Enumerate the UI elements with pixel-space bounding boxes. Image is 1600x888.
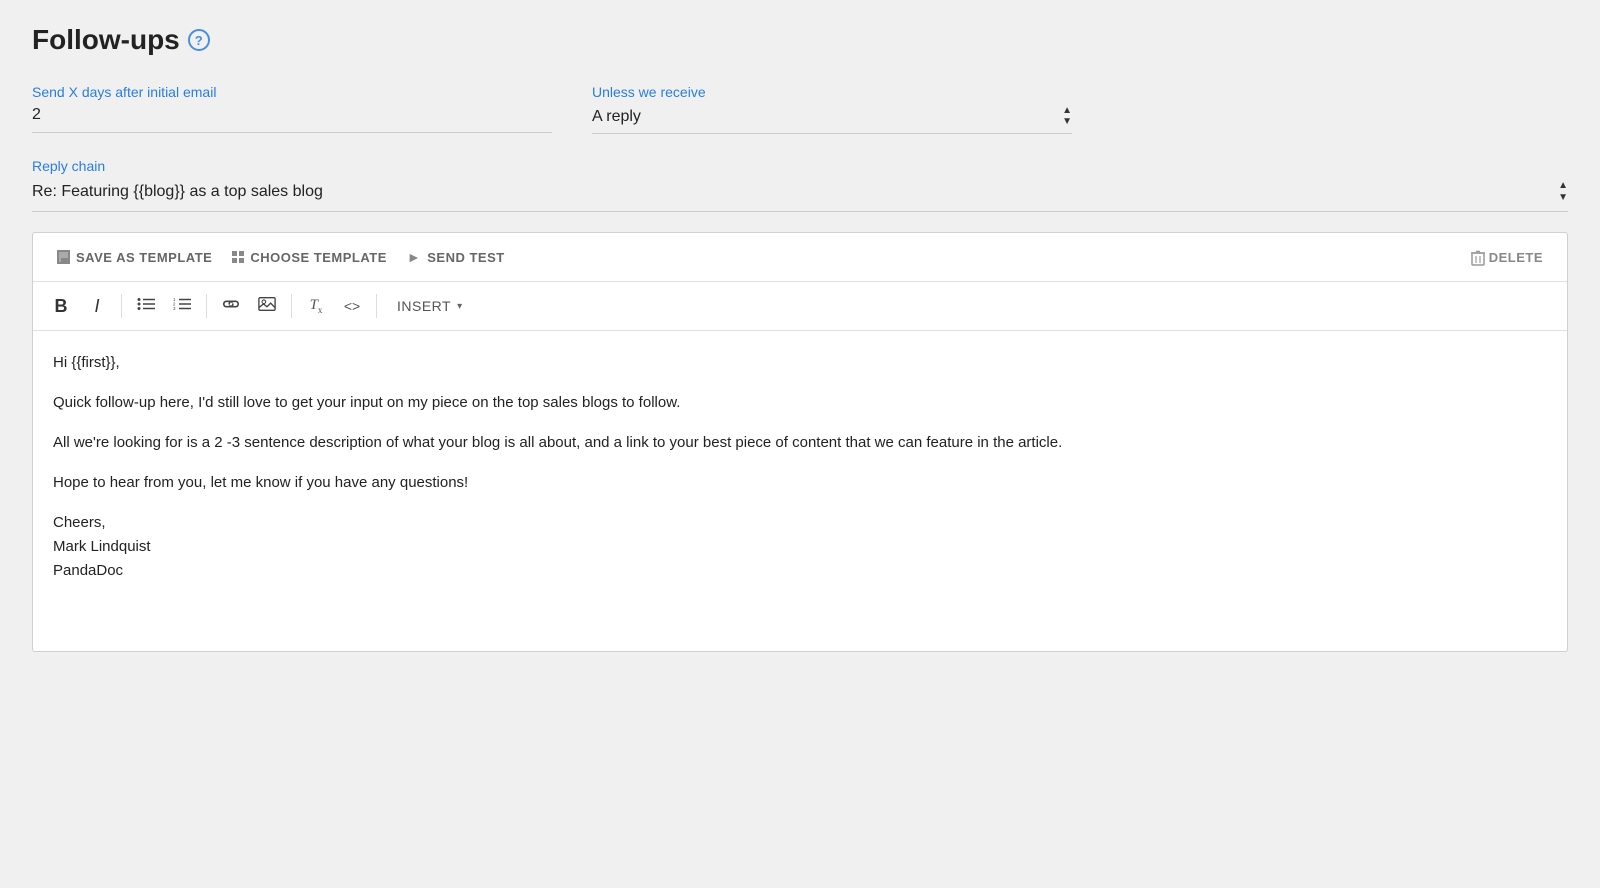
send-icon: ►	[407, 249, 421, 265]
format-divider-1	[121, 294, 122, 318]
editor-line-5: Cheers,	[53, 514, 106, 531]
send-days-field: Send X days after initial email 2	[32, 84, 552, 134]
unordered-list-icon	[137, 297, 155, 316]
fields-row: Send X days after initial email 2 Unless…	[32, 84, 1568, 134]
unless-receive-arrows[interactable]: ▲ ▼	[1062, 106, 1072, 127]
svg-text:3: 3	[173, 306, 176, 311]
delete-button[interactable]: DELETE	[1463, 246, 1551, 269]
page-title-section: Follow-ups ?	[32, 24, 1568, 56]
delete-label: DELETE	[1489, 250, 1543, 265]
trash-icon	[1471, 250, 1483, 264]
choose-template-button[interactable]: CHOOSE TEMPLATE	[224, 246, 395, 269]
reply-chain-arrows[interactable]: ▲ ▼	[1558, 180, 1568, 203]
clear-format-icon: Tx	[310, 297, 323, 315]
clear-format-button[interactable]: Tx	[300, 290, 332, 322]
send-test-button[interactable]: ► SEND TEST	[399, 245, 513, 269]
editor-content[interactable]: Hi {{first}}, Quick follow-up here, I'd …	[33, 331, 1567, 651]
send-days-label: Send X days after initial email	[32, 84, 552, 100]
reply-chain-select[interactable]: Re: Featuring {{blog}} as a top sales bl…	[32, 180, 1568, 212]
grid-icon	[232, 251, 244, 263]
insert-label: INSERT	[397, 298, 451, 314]
link-button[interactable]	[215, 290, 247, 322]
editor-line-3: All we're looking for is a 2 -3 sentence…	[53, 431, 1547, 455]
reply-chain-value: Re: Featuring {{blog}} as a top sales bl…	[32, 183, 1558, 201]
arrow-down-icon: ▼	[1062, 117, 1072, 127]
code-button[interactable]: <>	[336, 290, 368, 322]
italic-icon: I	[94, 296, 99, 317]
page-title: Follow-ups	[32, 24, 180, 56]
unless-receive-field: Unless we receive A reply ▲ ▼	[592, 84, 1072, 134]
image-icon	[258, 296, 276, 317]
editor-toolbar-format: B I 1 2 3	[33, 282, 1567, 331]
save-template-button[interactable]: SAVE AS TEMPLATE	[49, 246, 220, 269]
italic-button[interactable]: I	[81, 290, 113, 322]
editor-signature: Cheers, Mark Lindquist PandaDoc	[53, 511, 1547, 583]
editor-line-4: Hope to hear from you, let me know if yo…	[53, 471, 1547, 495]
save-icon	[57, 250, 70, 264]
ordered-list-button[interactable]: 1 2 3	[166, 290, 198, 322]
reply-chain-label: Reply chain	[32, 158, 1568, 174]
editor-line-6: Mark Lindquist	[53, 538, 151, 555]
format-divider-2	[206, 294, 207, 318]
image-button[interactable]	[251, 290, 283, 322]
unless-receive-value: A reply	[592, 108, 1062, 126]
help-icon[interactable]: ?	[188, 29, 210, 51]
insert-button[interactable]: INSERT ▾	[385, 292, 475, 320]
editor-toolbar-top: SAVE AS TEMPLATE CHOOSE TEMPLATE ► SEND …	[33, 233, 1567, 282]
format-divider-3	[291, 294, 292, 318]
link-icon	[222, 297, 240, 316]
unordered-list-button[interactable]	[130, 290, 162, 322]
send-days-value[interactable]: 2	[32, 106, 552, 133]
choose-template-label: CHOOSE TEMPLATE	[250, 250, 387, 265]
unless-receive-label: Unless we receive	[592, 84, 1072, 100]
unless-receive-select[interactable]: A reply ▲ ▼	[592, 106, 1072, 134]
ordered-list-icon: 1 2 3	[173, 297, 191, 316]
bold-icon: B	[55, 296, 68, 317]
arrow-up-icon: ▲	[1062, 106, 1072, 116]
editor-container: SAVE AS TEMPLATE CHOOSE TEMPLATE ► SEND …	[32, 232, 1568, 652]
insert-dropdown-arrow: ▾	[457, 301, 463, 312]
editor-line-2: Quick follow-up here, I'd still love to …	[53, 391, 1547, 415]
editor-line-7: PandaDoc	[53, 562, 123, 579]
send-test-label: SEND TEST	[427, 250, 504, 265]
reply-arrow-down-icon: ▼	[1558, 192, 1568, 203]
bold-button[interactable]: B	[45, 290, 77, 322]
format-divider-4	[376, 294, 377, 318]
code-icon: <>	[344, 298, 360, 314]
reply-arrow-up-icon: ▲	[1558, 180, 1568, 191]
save-template-label: SAVE AS TEMPLATE	[76, 250, 212, 265]
editor-line-1: Hi {{first}},	[53, 351, 1547, 375]
reply-chain-section: Reply chain Re: Featuring {{blog}} as a …	[32, 158, 1568, 212]
